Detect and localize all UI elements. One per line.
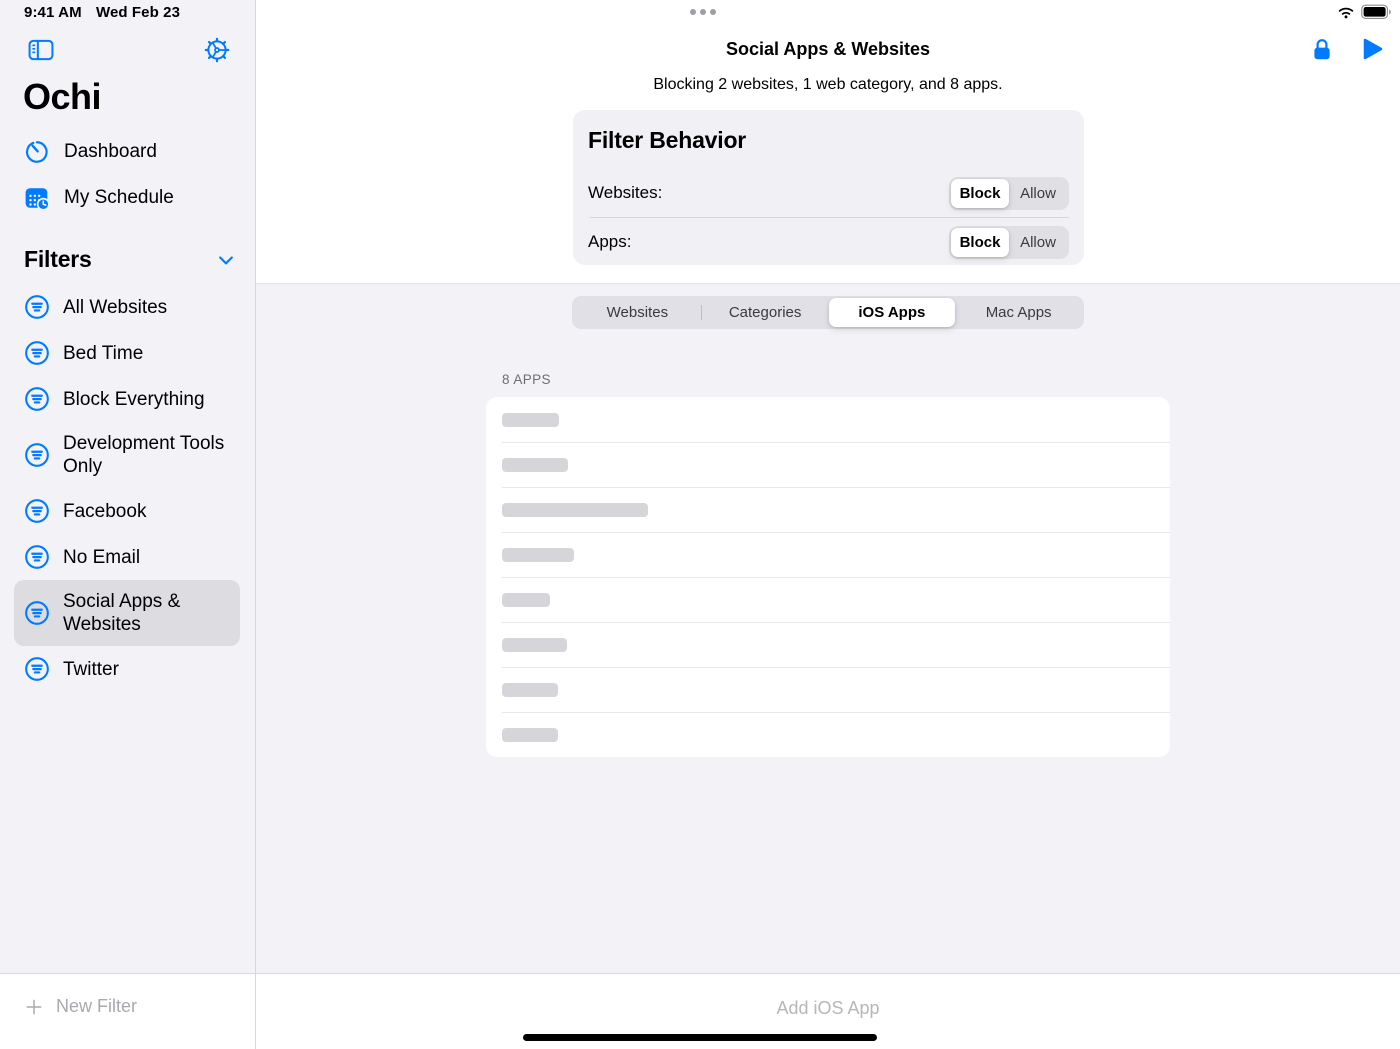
apps-block-allow-control: Block Allow: [949, 226, 1069, 259]
filters-header-label: Filters: [24, 246, 92, 273]
tab-websites[interactable]: Websites: [574, 298, 701, 327]
app-placeholder-bar: [502, 593, 550, 607]
filters-section-header[interactable]: Filters: [24, 246, 236, 273]
filter-behavior-title: Filter Behavior: [588, 127, 1069, 154]
app-placeholder-bar: [502, 548, 574, 562]
sidebar-item-twitter[interactable]: Twitter: [14, 646, 240, 692]
filter-label: Twitter: [63, 658, 119, 681]
status-bar-right: [1336, 3, 1392, 21]
apps-allow-segment[interactable]: Allow: [1009, 228, 1067, 257]
sidebar-item-label: My Schedule: [64, 187, 174, 209]
app-placeholder-bar: [502, 413, 559, 427]
sidebar-item-block-everything[interactable]: Block Everything: [14, 376, 240, 422]
new-filter-label: New Filter: [56, 996, 137, 1017]
sidebar-item-social-apps-websites[interactable]: Social Apps & Websites: [14, 580, 240, 646]
apps-block-segment[interactable]: Block: [951, 228, 1009, 257]
filter-icon: [24, 656, 50, 682]
sidebar-item-dashboard[interactable]: Dashboard: [24, 139, 236, 165]
websites-block-allow-control: Block Allow: [949, 177, 1069, 210]
status-bar-left: 9:41 AM Wed Feb 23: [24, 4, 190, 21]
sidebar-item-no-email[interactable]: No Email: [14, 534, 240, 580]
page-title: Social Apps & Websites: [256, 39, 1400, 60]
category-tabs: Websites Categories iOS Apps Mac Apps: [572, 296, 1084, 329]
main-content: Social Apps & Websites Blocking 2 websit…: [256, 0, 1400, 1049]
sidebar-toolbar: [0, 36, 256, 64]
filter-icon: [24, 600, 50, 626]
sidebar-bottom-bar: New Filter: [0, 973, 255, 1049]
filter-label: No Email: [63, 546, 140, 569]
filter-icon: [24, 442, 50, 468]
filter-list: All Websites Bed Time Block Everything D…: [14, 284, 240, 692]
app-list-item[interactable]: [486, 397, 1170, 442]
filter-icon: [24, 294, 50, 320]
sidebar-item-label: Dashboard: [64, 141, 157, 163]
apps-count-label: 8 APPS: [502, 372, 551, 387]
home-indicator[interactable]: [523, 1034, 877, 1041]
filter-label: All Websites: [63, 296, 167, 319]
plus-icon: [24, 997, 44, 1017]
filter-icon: [24, 340, 50, 366]
apps-label: Apps:: [588, 232, 631, 252]
gauge-icon: [24, 139, 50, 165]
websites-block-segment[interactable]: Block: [951, 179, 1009, 208]
sidebar-item-all-websites[interactable]: All Websites: [14, 284, 240, 330]
filter-label: Bed Time: [63, 342, 143, 365]
app-placeholder-bar: [502, 458, 568, 472]
calendar-clock-icon: [24, 185, 50, 211]
app-placeholder-bar: [502, 728, 558, 742]
tab-ios-apps[interactable]: iOS Apps: [829, 298, 956, 327]
app-window: 9:41 AM Wed Feb 23: [0, 0, 1400, 1049]
app-list-item[interactable]: [486, 667, 1170, 712]
app-list-item[interactable]: [486, 577, 1170, 622]
behavior-row-websites: Websites: Block Allow: [588, 169, 1069, 217]
status-time: 9:41 AM: [24, 4, 82, 21]
status-date: Wed Feb 23: [96, 4, 180, 21]
filter-label: Development Tools Only: [63, 432, 230, 478]
tab-mac-apps[interactable]: Mac Apps: [955, 298, 1082, 327]
filter-icon: [24, 386, 50, 412]
websites-allow-segment[interactable]: Allow: [1009, 179, 1067, 208]
filter-behavior-card: Filter Behavior Websites: Block Allow Ap…: [573, 110, 1084, 265]
battery-icon: [1361, 4, 1392, 20]
filter-label: Social Apps & Websites: [63, 590, 230, 636]
add-ios-app-button[interactable]: Add iOS App: [256, 998, 1400, 1019]
chevron-down-icon[interactable]: [216, 250, 236, 270]
page-subtitle: Blocking 2 websites, 1 web category, and…: [256, 76, 1400, 94]
behavior-row-apps: Apps: Block Allow: [588, 218, 1069, 266]
websites-label: Websites:: [588, 183, 662, 203]
sidebar-item-development-tools-only[interactable]: Development Tools Only: [14, 422, 240, 488]
sidebar-toggle-icon[interactable]: [27, 36, 55, 64]
app-placeholder-bar: [502, 638, 567, 652]
filter-label: Block Everything: [63, 388, 205, 411]
app-list-item[interactable]: [486, 487, 1170, 532]
app-placeholder-bar: [502, 503, 648, 517]
app-title: Ochi: [23, 76, 101, 118]
app-list-item[interactable]: [486, 712, 1170, 757]
content-area: Websites Categories iOS Apps Mac Apps 8 …: [256, 283, 1400, 973]
app-list-item[interactable]: [486, 442, 1170, 487]
tab-categories[interactable]: Categories: [702, 298, 829, 327]
app-placeholder-bar: [502, 683, 558, 697]
apps-list: [486, 397, 1170, 757]
sidebar-item-my-schedule[interactable]: My Schedule: [24, 185, 236, 211]
new-filter-button[interactable]: New Filter: [24, 996, 137, 1017]
wifi-icon: [1336, 3, 1356, 21]
sidebar: 9:41 AM Wed Feb 23: [0, 0, 256, 1049]
window-controls-handle[interactable]: [690, 9, 716, 15]
filter-label: Facebook: [63, 500, 146, 523]
settings-gear-icon[interactable]: [203, 36, 231, 64]
app-list-item[interactable]: [486, 622, 1170, 667]
filter-icon: [24, 544, 50, 570]
sidebar-item-bed-time[interactable]: Bed Time: [14, 330, 240, 376]
app-list-item[interactable]: [486, 532, 1170, 577]
filter-icon: [24, 498, 50, 524]
sidebar-item-facebook[interactable]: Facebook: [14, 488, 240, 534]
